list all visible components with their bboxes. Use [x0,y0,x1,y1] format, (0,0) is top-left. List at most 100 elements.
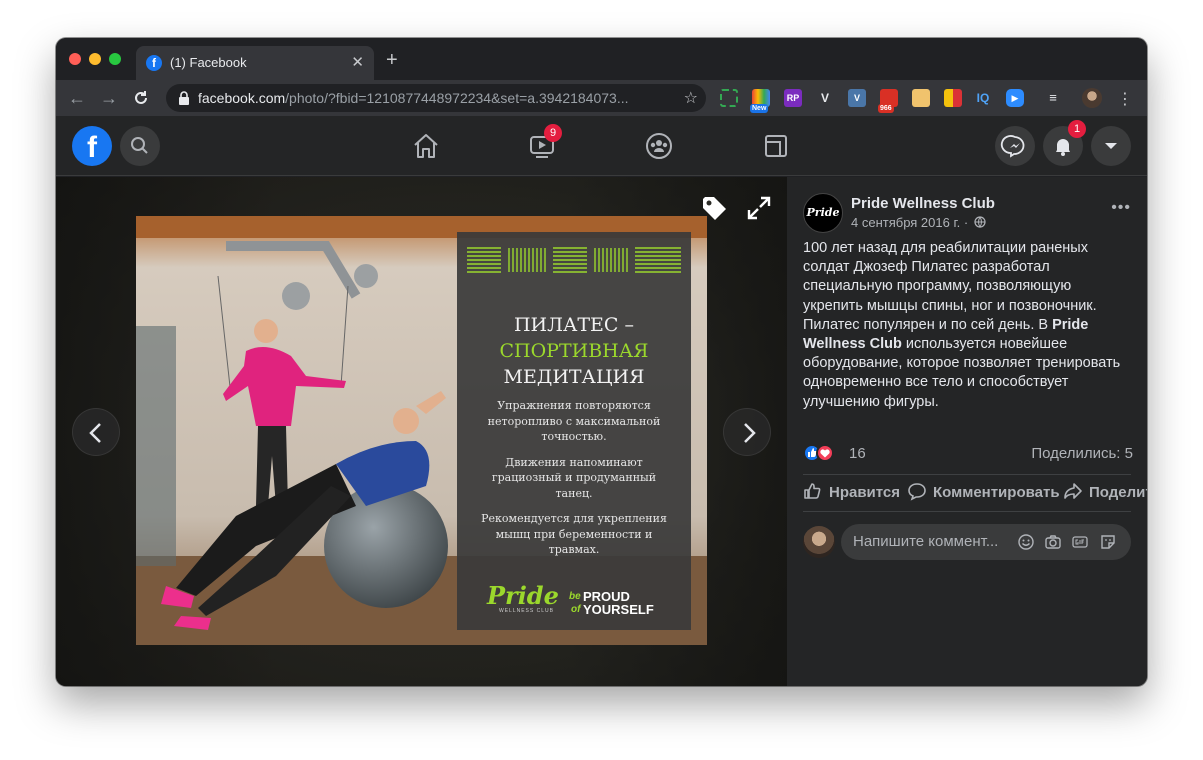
chevron-right-icon [744,423,756,443]
card-pattern-decoration [467,247,681,273]
previous-photo-button[interactable] [72,408,120,456]
globe-icon [974,216,986,228]
box-ext-icon[interactable] [912,89,930,107]
comment-icon [908,483,926,501]
browser-window: f (1) Facebook ✕ + ← → facebook.com/phot… [56,38,1147,686]
sticker-icon[interactable] [1099,533,1117,551]
bookmark-ext-icon[interactable] [944,89,962,107]
zoom-window-button[interactable] [109,53,121,65]
post-photo[interactable]: ПИЛАТЕС – СПОРТИВНАЯ МЕДИТАЦИЯ Упражнени… [136,216,707,645]
facebook-logo-icon[interactable]: f [72,126,112,166]
zoom-ext-icon[interactable]: ▶ [1006,89,1024,107]
card-title-line1: ПИЛАТЕС – [513,314,634,336]
v-ext-icon[interactable]: V [816,89,834,107]
fullscreen-icon[interactable] [746,195,772,221]
comment-label: Комментировать [933,484,1060,501]
tab-close-icon[interactable]: ✕ [351,53,364,71]
shares-count[interactable]: Поделились: 5 [1031,445,1133,462]
account-menu-button[interactable] [1091,126,1131,166]
messenger-button[interactable] [995,126,1035,166]
post-actions: Нравится Комментировать Поделиться [803,475,1147,507]
photo-viewer: ПИЛАТЕС – СПОРТИВНАЯ МЕДИТАЦИЯ Упражнени… [56,177,787,686]
reactions-count: 16 [849,445,866,462]
card-brand: Pride [487,581,559,610]
search-button[interactable] [120,126,160,166]
notifications-button[interactable]: 1 [1043,120,1086,166]
watch-badge: 9 [544,124,562,142]
page-name-link[interactable]: Pride Wellness Club [851,195,995,212]
share-label: Поделиться [1089,484,1147,501]
nav-gaming[interactable] [760,130,792,162]
card-title-line2: СПОРТИВНАЯ [499,340,649,362]
mail-count-badge: 966 [878,104,894,113]
next-photo-button[interactable] [723,408,771,456]
commenter-avatar[interactable] [803,526,835,558]
emoji-icon[interactable] [1017,533,1035,551]
camera-icon[interactable] [1044,533,1062,551]
slogan-be: be [569,591,581,602]
facebook-header: f 9 1 [56,116,1147,176]
iq-ext-icon[interactable]: IQ [974,89,992,107]
comment-input[interactable]: Напишите коммент... [841,524,1131,560]
close-window-button[interactable] [69,53,81,65]
facebook-favicon-icon: f [146,55,162,71]
rp-ext-icon[interactable]: RP [784,89,802,107]
rainbow-ext-icon[interactable]: New [750,89,770,113]
card-body: Упражнения повторяются неторопливо с мак… [477,398,671,558]
media-control-icon[interactable]: ≡ [1044,89,1062,107]
heart-icon [820,449,830,458]
card-para-1: Упражнения повторяются неторопливо с мак… [487,399,661,443]
card-brand-sub: WELLNESS CLUB [499,608,554,614]
url-path: /photo/?fbid=1210877448972234&set=a.3942… [285,90,629,106]
browser-menu-icon[interactable]: ⋮ [1117,89,1133,109]
slogan-of: of [571,604,581,615]
card-para-2: Движения напоминают грациозный и продума… [491,455,657,500]
card-brand-logo: Pride WELLNESS CLUB [487,581,577,615]
vk-ext-icon[interactable]: V [848,89,866,107]
share-icon [1064,483,1082,499]
nav-groups[interactable] [643,130,675,162]
browser-toolbar: ← → facebook.com/photo/?fbid=12108774489… [56,80,1147,116]
comment-composer: Напишите коммент... [803,524,1133,560]
divider [803,511,1131,512]
profile-avatar[interactable] [1082,88,1102,108]
search-icon [131,137,148,154]
notifications-badge: 1 [1068,120,1086,138]
post-panel: Pride Pride Wellness Club 4 сентября 201… [787,177,1147,686]
screenshot-ext-icon[interactable] [720,89,738,107]
nav-watch[interactable]: 9 [526,124,562,162]
post-date[interactable]: 4 сентября 2016 г. · [851,215,968,230]
tab-title: (1) Facebook [170,55,247,70]
minimize-window-button[interactable] [89,53,101,65]
share-button[interactable]: Поделиться [1063,481,1147,501]
reload-button[interactable] [130,87,152,109]
tag-icon[interactable] [699,193,729,223]
gif-icon[interactable] [1071,533,1089,551]
gaming-icon [765,135,787,157]
love-reaction-icon [816,444,834,462]
address-bar[interactable]: facebook.com/photo/?fbid=121087744897223… [166,84,706,112]
post-date-row: 4 сентября 2016 г. · [851,215,986,230]
bookmark-star-icon[interactable]: ☆ [684,88,698,108]
card-para-3: Рекомендуется для укрепления мышц при бе… [481,512,667,556]
page-avatar[interactable]: Pride [803,193,843,233]
like-button[interactable]: Нравится [803,481,900,501]
caret-down-icon [1105,143,1117,149]
url-host: facebook.com [198,90,286,106]
new-tab-button[interactable]: + [386,50,398,70]
comment-placeholder: Напишите коммент... [853,533,999,550]
messenger-icon [1000,135,1025,158]
home-icon [414,134,438,158]
tab-strip: f (1) Facebook ✕ + [56,38,1147,80]
mail-ext-icon[interactable]: 966 [878,89,898,113]
reactions-summary[interactable]: 16 Поделились: 5 [803,442,1133,464]
like-label: Нравится [829,484,901,501]
forward-button[interactable]: → [98,87,120,109]
comment-button[interactable]: Комментировать [907,481,1060,501]
post-options-icon[interactable]: ••• [1111,199,1131,217]
nav-home[interactable] [410,130,442,162]
groups-icon [646,133,672,159]
back-button[interactable]: ← [66,87,88,109]
chevron-left-icon [89,423,101,443]
tab-facebook[interactable]: f (1) Facebook ✕ [136,46,374,80]
